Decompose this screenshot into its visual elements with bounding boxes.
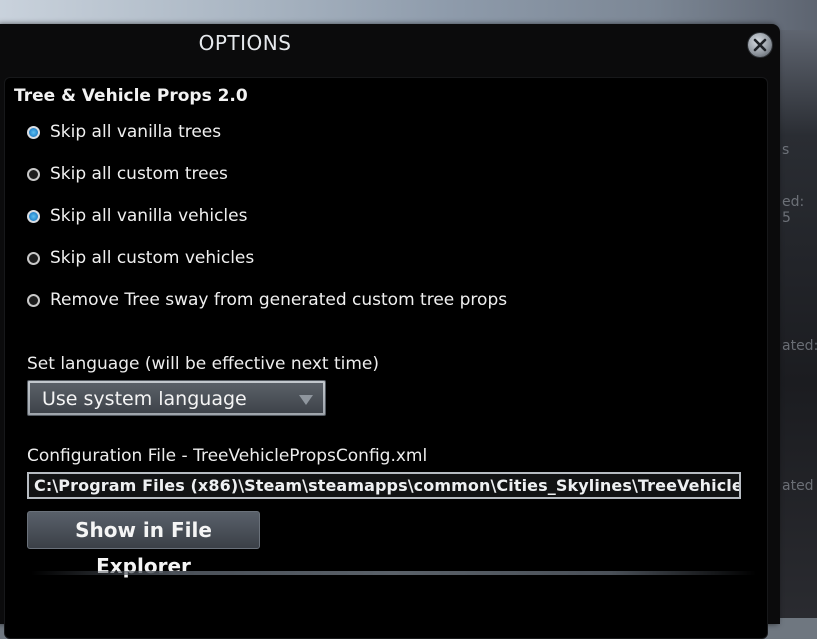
background-text: ated (782, 478, 814, 494)
background-text: ated: (782, 338, 817, 354)
option-label: Remove Tree sway from generated custom t… (50, 290, 508, 310)
radio-unchecked-icon[interactable] (27, 293, 40, 307)
option-skip-custom-vehicles[interactable]: Skip all custom vehicles (27, 247, 254, 269)
dropdown-body: Use system language (30, 383, 323, 413)
background-text: ed: 5 (782, 194, 805, 226)
options-panel: Tree & Vehicle Props 2.0 Skip all vanill… (4, 77, 768, 639)
background-text: s (782, 142, 790, 158)
close-button[interactable] (748, 33, 772, 57)
language-dropdown[interactable]: Use system language (27, 380, 326, 416)
option-label: Skip all custom vehicles (50, 248, 255, 268)
section-title: Tree & Vehicle Props 2.0 (14, 86, 248, 106)
radio-checked-icon[interactable] (27, 125, 40, 139)
close-icon (753, 38, 767, 52)
game-background-right: s ed: 5 ated: ated (780, 30, 817, 618)
option-skip-vanilla-vehicles[interactable]: Skip all vanilla vehicles (27, 205, 247, 227)
config-path-value: C:\Program Files (x86)\Steam\steamapps\c… (34, 476, 739, 495)
config-path-field[interactable]: C:\Program Files (x86)\Steam\steamapps\c… (27, 472, 741, 499)
options-window: OPTIONS Tree & Vehicle Props 2.0 Skip al… (0, 24, 780, 639)
radio-unchecked-icon[interactable] (27, 251, 40, 265)
radio-unchecked-icon[interactable] (27, 167, 40, 181)
window-title: OPTIONS (198, 31, 292, 55)
option-remove-tree-sway[interactable]: Remove Tree sway from generated custom t… (27, 289, 507, 311)
option-label: Skip all custom trees (50, 164, 228, 184)
divider (31, 571, 756, 575)
option-label: Skip all vanilla vehicles (50, 206, 248, 226)
dropdown-value: Use system language (42, 388, 247, 410)
show-in-file-explorer-button[interactable]: Show in File Explorer (27, 511, 260, 578)
radio-checked-icon[interactable] (27, 209, 40, 223)
option-skip-vanilla-trees[interactable]: Skip all vanilla trees (27, 121, 221, 143)
option-skip-custom-trees[interactable]: Skip all custom trees (27, 163, 228, 185)
chevron-down-icon (299, 395, 313, 405)
language-label: Set language (will be effective next tim… (27, 354, 380, 374)
option-label: Skip all vanilla trees (50, 122, 222, 142)
config-file-label: Configuration File - TreeVehiclePropsCon… (27, 446, 428, 466)
